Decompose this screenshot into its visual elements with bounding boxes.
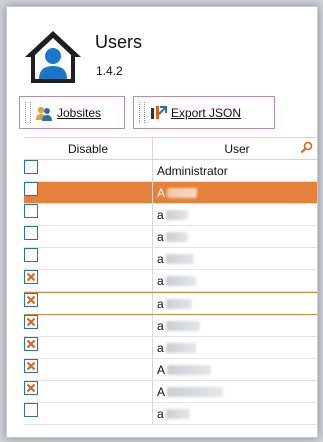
table-row[interactable]: Administrator <box>24 160 317 182</box>
toolbar: Jobsites Export JSON <box>7 93 317 131</box>
user-cell: a <box>153 204 317 225</box>
disable-checkbox[interactable] <box>24 337 38 351</box>
redacted-text <box>165 275 196 286</box>
version-label: 1.4.2 <box>96 64 123 78</box>
redacted-text <box>165 253 194 264</box>
user-cell: a <box>153 226 317 247</box>
redacted-text <box>165 342 196 353</box>
disable-checkbox[interactable] <box>24 270 38 284</box>
disable-cell <box>24 160 153 181</box>
column-header-user-label: User <box>224 141 250 156</box>
export-json-label: Export JSON <box>171 105 242 120</box>
table-row[interactable]: a <box>24 292 317 315</box>
disable-cell <box>24 226 153 247</box>
disable-checkbox[interactable] <box>24 248 38 262</box>
disable-checkbox[interactable] <box>24 182 38 196</box>
jobsites-label: Jobsites <box>57 105 102 120</box>
table-row[interactable]: a <box>24 403 317 425</box>
redacted-text <box>167 364 212 375</box>
user-cell: A <box>153 359 317 380</box>
user-name: a <box>157 406 164 421</box>
redacted-text <box>167 187 198 198</box>
export-icon <box>151 105 167 119</box>
users-icon <box>36 106 52 121</box>
user-name: a <box>157 296 164 311</box>
x-mark-icon <box>26 383 36 393</box>
disable-checkbox[interactable] <box>24 403 38 417</box>
disable-cell <box>24 315 153 336</box>
x-mark-icon <box>26 295 36 305</box>
table-row[interactable]: a <box>24 270 317 292</box>
column-header-disable[interactable]: Disable <box>24 138 153 159</box>
disable-cell <box>24 381 153 402</box>
redacted-text <box>165 408 190 419</box>
user-cell: a <box>153 293 317 314</box>
x-mark-icon <box>26 272 36 282</box>
redacted-text <box>165 231 188 242</box>
table-row[interactable]: a <box>24 226 317 248</box>
column-header-user[interactable]: User <box>153 138 317 159</box>
x-mark-icon <box>26 317 36 327</box>
disable-checkbox[interactable] <box>24 359 38 373</box>
table-row[interactable]: A <box>24 182 317 204</box>
table-row[interactable]: A <box>24 359 317 381</box>
disable-cell <box>24 403 153 424</box>
user-cell: A <box>153 182 317 203</box>
disable-cell <box>24 204 153 225</box>
redacted-text <box>165 209 188 220</box>
toolbar-grip <box>25 102 31 123</box>
user-cell: a <box>153 248 317 269</box>
disable-cell <box>24 182 153 203</box>
disable-cell <box>24 337 153 358</box>
user-name: Administrator <box>157 163 228 178</box>
table-row[interactable]: a <box>24 337 317 359</box>
redacted-text <box>167 386 224 397</box>
disable-cell <box>24 248 153 269</box>
users-grid: Disable User Administrator Aa a a a a a a A Aa <box>24 137 317 437</box>
disable-checkbox[interactable] <box>24 160 38 174</box>
jobsites-button[interactable]: Jobsites <box>19 96 125 129</box>
disable-checkbox[interactable] <box>24 204 38 218</box>
table-row[interactable]: A <box>24 381 317 403</box>
x-mark-icon <box>26 361 36 371</box>
export-json-button[interactable]: Export JSON <box>133 96 275 129</box>
disable-cell <box>24 270 153 291</box>
table-row[interactable]: a <box>24 248 317 270</box>
grid-body: Administrator Aa a a a a a a A Aa <box>24 160 317 425</box>
disable-checkbox[interactable] <box>24 315 38 329</box>
users-window: Users 1.4.2 Jobsites Export JSON Disable… <box>6 6 318 438</box>
grid-header: Disable User <box>24 138 317 160</box>
redacted-text <box>165 320 200 331</box>
page-title: Users <box>95 32 143 52</box>
user-cell: a <box>153 337 317 358</box>
user-name: a <box>157 207 164 222</box>
user-cell: a <box>153 270 317 291</box>
user-name: A <box>157 362 166 377</box>
header: Users 1.4.2 <box>7 7 317 87</box>
disable-checkbox[interactable] <box>24 293 38 307</box>
search-icon[interactable] <box>300 141 313 154</box>
user-cell: a <box>153 403 317 424</box>
disable-cell <box>24 293 153 314</box>
table-row[interactable]: a <box>24 204 317 226</box>
disable-checkbox[interactable] <box>24 226 38 240</box>
user-name: a <box>157 251 164 266</box>
user-name: a <box>157 273 164 288</box>
redacted-text <box>165 298 192 309</box>
x-mark-icon <box>26 339 36 349</box>
user-cell: A <box>153 381 317 402</box>
toolbar-grip <box>139 102 145 123</box>
user-cell: Administrator <box>153 160 317 181</box>
table-row[interactable]: a <box>24 315 317 337</box>
disable-cell <box>24 359 153 380</box>
user-name: a <box>157 340 164 355</box>
user-name: A <box>157 384 166 399</box>
user-name: a <box>157 318 164 333</box>
users-house-icon <box>25 31 81 83</box>
user-name: A <box>157 185 166 200</box>
disable-checkbox[interactable] <box>24 381 38 395</box>
user-cell: a <box>153 315 317 336</box>
user-name: a <box>157 229 164 244</box>
